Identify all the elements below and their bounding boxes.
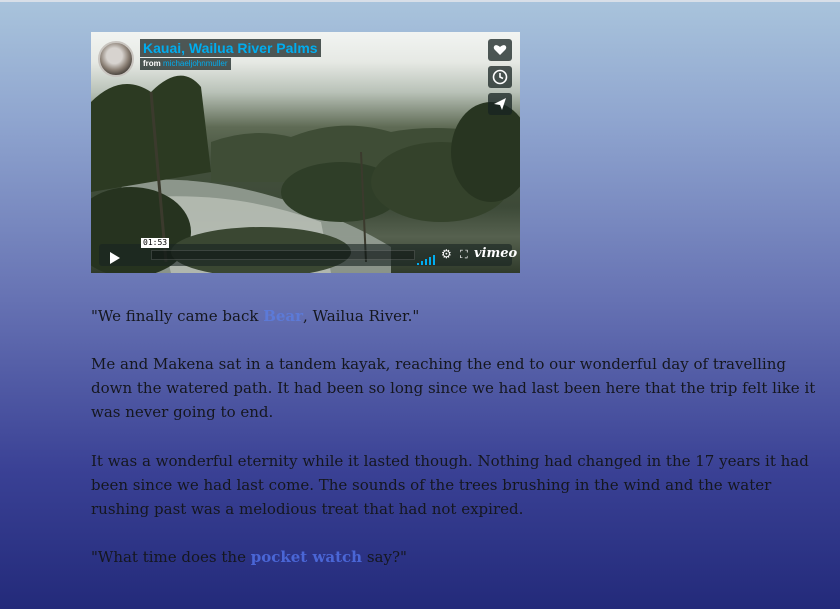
heart-icon [493,45,507,55]
fullscreen-icon: ⛶ [460,248,468,261]
top-border [0,0,840,2]
play-button[interactable] [109,249,121,268]
pocket-watch-link[interactable]: pocket watch [251,548,362,566]
paragraph-2: Me and Makena sat in a tandem kayak, rea… [91,355,816,421]
like-button[interactable] [488,39,512,61]
vimeo-logo[interactable]: vimeo [474,246,517,261]
fullscreen-button[interactable]: ⛶ [460,248,468,262]
volume-control[interactable] [417,250,435,269]
time-display: 01:53 [141,238,170,248]
video-controls: 01:53 ⚙ ⛶ vimeo [99,238,517,269]
progress-bar[interactable] [151,250,415,260]
clock-icon [492,69,508,85]
video-player[interactable]: Kauai, Wailua River Palms from michaeljo… [91,32,520,273]
p1-text-after: , Wailua River." [303,307,420,325]
p1-text-before: "We finally came back [91,307,264,325]
bear-link[interactable]: Bear [263,307,303,325]
gear-icon: ⚙ [441,247,452,261]
video-title[interactable]: Kauai, Wailua River Palms [140,39,321,57]
watch-later-button[interactable] [488,66,512,88]
send-icon [494,98,506,110]
paragraph-3: It was a wonderful eternity while it las… [91,452,809,518]
share-button[interactable] [488,93,512,115]
volume-icon [417,255,435,265]
uploader-link[interactable]: michaeljohnmuller [163,59,227,68]
paragraph-4: "What time does the pocket watch say?" [91,545,826,569]
from-label: from [143,59,161,68]
uploader-avatar[interactable] [98,41,134,77]
video-byline: from michaeljohnmuller [140,58,231,70]
p4-text-before: "What time does the [91,548,251,566]
p4-text-after: say?" [362,548,407,566]
settings-button[interactable]: ⚙ [441,247,452,261]
play-icon [110,252,120,264]
paragraph-1: "We finally came back Bear, Wailua River… [91,304,826,328]
